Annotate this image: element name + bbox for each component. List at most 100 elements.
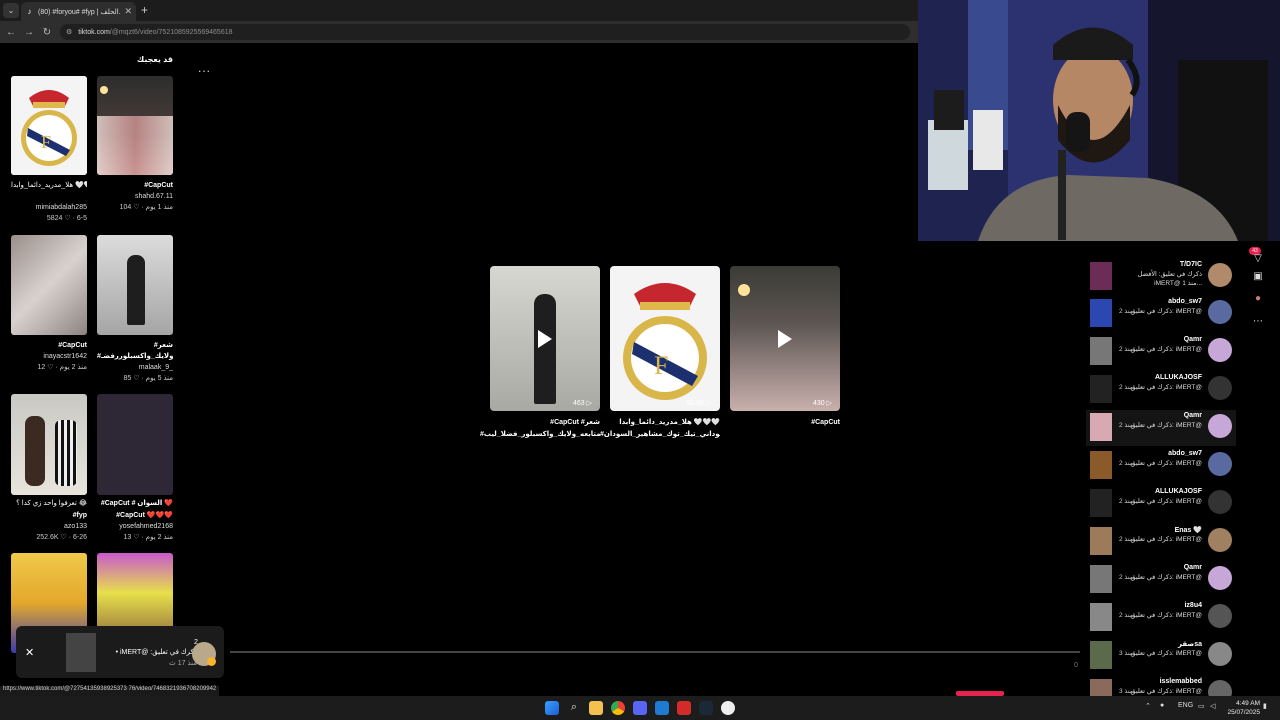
notification-thumbnail[interactable] — [1090, 451, 1112, 479]
notification-center-icon[interactable]: ▮ — [1263, 702, 1267, 710]
site-info-icon[interactable]: ⚙ — [66, 28, 72, 36]
volume-icon[interactable]: ◁ — [1210, 702, 1215, 710]
notification-thumbnail[interactable] — [1090, 679, 1112, 696]
notification-username[interactable]: Enas 🤍 — [1175, 526, 1202, 534]
app-icon[interactable] — [721, 701, 735, 715]
notification-username[interactable]: isslemabbed — [1160, 678, 1202, 685]
file-explorer-icon[interactable] — [589, 701, 603, 715]
notification-username[interactable]: ALLUKAJOSF — [1155, 488, 1202, 495]
notification-thumbnail[interactable] — [1090, 413, 1112, 441]
notification-thumbnail[interactable] — [1090, 641, 1112, 669]
tab-list-dropdown-icon[interactable]: ⌄ — [3, 3, 19, 18]
avatar[interactable] — [1208, 338, 1232, 362]
avatar[interactable] — [1208, 376, 1232, 400]
avatar[interactable] — [1208, 300, 1232, 324]
suggested-video-thumb[interactable] — [11, 394, 87, 495]
notification-thumbnail[interactable] — [1090, 375, 1112, 403]
notification-row[interactable]: 3 منذ isslemabbed ذكرك في تعليق: iMERT@ — [1086, 676, 1236, 696]
suggested-video-thumb[interactable] — [97, 235, 173, 335]
back-arrow-icon[interactable]: ← — [2, 27, 20, 38]
vscode-icon[interactable] — [655, 701, 669, 715]
notification-username[interactable]: T/D7IC — [1180, 261, 1202, 268]
notification-username[interactable]: abdo_sw7 — [1168, 298, 1202, 305]
filter-icon[interactable]: ▽ — [1246, 253, 1270, 267]
taskbar-clock[interactable]: 4:49 AM 25/07/2025 — [1220, 699, 1260, 717]
steam-icon[interactable] — [699, 701, 713, 715]
notification-row[interactable]: 2 منذ abdo_sw7 ذكرك في تعليق: iMERT@ — [1086, 448, 1236, 484]
thumb-username[interactable]: inayacstr1642 — [11, 353, 87, 360]
video-card[interactable]: 463 ▷ — [490, 266, 600, 411]
notification-thumbnail[interactable] — [1090, 489, 1112, 517]
notification-thumbnail[interactable] — [1090, 603, 1112, 631]
streamer-webcam-image — [918, 0, 1280, 241]
more-icon[interactable]: ⋯ — [1246, 316, 1270, 330]
notification-thumbnail[interactable] — [1090, 299, 1112, 327]
notification-thumbnail[interactable] — [1090, 527, 1112, 555]
notification-username[interactable]: صقرsa — [1178, 640, 1202, 648]
notification-username[interactable]: Qamr — [1184, 336, 1202, 343]
video-card[interactable]: 430 ▷ — [730, 266, 840, 411]
search-icon[interactable]: ⌕ — [567, 701, 581, 715]
notification-username[interactable]: abdo_sw7 — [1168, 450, 1202, 457]
network-icon[interactable]: ▭ — [1198, 702, 1205, 710]
browser-tab[interactable]: ♪ (80) #foryou# #fyp | الحلف... ✕ — [21, 2, 136, 21]
notification-toast[interactable]: ✕ • iMERT@ :ذكرك في تعليق منذ 17 ث 2 — [16, 626, 224, 678]
avatar[interactable] — [1208, 490, 1232, 514]
notification-thumbnail[interactable] — [1090, 337, 1112, 365]
start-icon[interactable] — [545, 701, 559, 715]
inbox-icon[interactable]: ▣ — [1246, 271, 1270, 285]
suggested-video-thumb[interactable] — [11, 235, 87, 335]
address-bar[interactable]: ⚙ tiktok.com/@mqzt6/video/75210859255694… — [60, 24, 910, 40]
notification-text: ذكرك في تعليق: iMERT@ — [1130, 498, 1202, 505]
notification-username[interactable]: iz8u4 — [1184, 602, 1202, 609]
new-tab-button[interactable]: + — [141, 3, 148, 17]
notification-username[interactable]: ALLUKAJOSF — [1155, 374, 1202, 381]
notification-row[interactable]: T/D7IC ذكرك في تعليق: الأفضل iMERT@ منذ 1.… — [1086, 259, 1236, 295]
avatar[interactable] — [1208, 528, 1232, 552]
notification-row[interactable]: 2 منذ ALLUKAJOSF ذكرك في تعليق: iMERT@ — [1086, 372, 1236, 408]
tab-close-icon[interactable]: ✕ — [124, 6, 132, 17]
notification-row[interactable]: 2 منذ abdo_sw7 ذكرك في تعليق: iMERT@ — [1086, 296, 1236, 332]
video-progress-bar[interactable] — [230, 651, 1080, 653]
notification-row[interactable]: 2 منذ Enas 🤍 ذكرك في تعليق: iMERT@ — [1086, 524, 1236, 560]
notification-row[interactable]: 3 منذ صقرsa ذكرك في تعليق: iMERT@ — [1086, 638, 1236, 674]
avatar[interactable] — [1208, 452, 1232, 476]
thumb-username[interactable]: azo133 — [11, 523, 87, 530]
discord-icon[interactable] — [633, 701, 647, 715]
language-indicator[interactable]: ENG — [1178, 702, 1193, 709]
suggested-video-thumb[interactable] — [97, 76, 173, 175]
reload-icon[interactable]: ↻ — [38, 27, 56, 38]
progress-time: 0 — [1074, 662, 1078, 669]
forward-arrow-icon[interactable]: → — [20, 27, 38, 38]
thumb-username[interactable]: mimiabdalah285 — [11, 204, 87, 211]
suggested-video-thumb[interactable] — [97, 394, 173, 495]
avatar[interactable] — [1208, 680, 1232, 696]
notification-thumbnail[interactable] — [1090, 565, 1112, 593]
status-dot-icon — [207, 657, 216, 666]
thumb-username[interactable]: shahd.67.11 — [97, 193, 173, 200]
red-app-icon[interactable] — [677, 701, 691, 715]
avatar[interactable] — [1208, 604, 1232, 628]
avatar[interactable] — [1208, 642, 1232, 666]
profile-icon[interactable]: ● — [1246, 293, 1270, 307]
video-card[interactable]: F 80.9K ▷ — [610, 266, 720, 411]
tray-chevron-icon[interactable]: ⌃ — [1145, 702, 1151, 710]
notification-row[interactable]: 2 منذ Qamr ذكرك في تعليق: iMERT@ — [1086, 562, 1236, 598]
notification-row[interactable]: 2 منذ iz8u4 ذكرك في تعليق: iMERT@ — [1086, 600, 1236, 636]
avatar[interactable] — [1208, 263, 1232, 287]
thumb-username[interactable]: malaak_9_ — [97, 364, 173, 371]
close-icon[interactable]: ✕ — [25, 646, 34, 659]
avatar[interactable] — [1208, 566, 1232, 590]
notification-thumbnail[interactable] — [1090, 262, 1112, 290]
suggested-video-thumb[interactable]: F — [11, 76, 87, 175]
more-options-icon[interactable]: ... — [198, 61, 211, 75]
notification-row[interactable]: 2 منذ ALLUKAJOSF ذكرك في تعليق: iMERT@ — [1086, 486, 1236, 522]
mic-icon[interactable]: ● — [1160, 702, 1164, 709]
avatar[interactable] — [1208, 414, 1232, 438]
notification-row[interactable]: 2 منذ Qamr ذكرك في تعليق: iMERT@ — [1086, 334, 1236, 370]
thumb-username[interactable]: yosefahmed2168 — [97, 523, 173, 530]
notification-row[interactable]: 2 منذ Qamr ذكرك في تعليق: iMERT@ — [1086, 410, 1236, 446]
chrome-icon[interactable] — [611, 701, 625, 715]
notification-username[interactable]: Qamr — [1184, 412, 1202, 419]
notification-username[interactable]: Qamr — [1184, 564, 1202, 571]
